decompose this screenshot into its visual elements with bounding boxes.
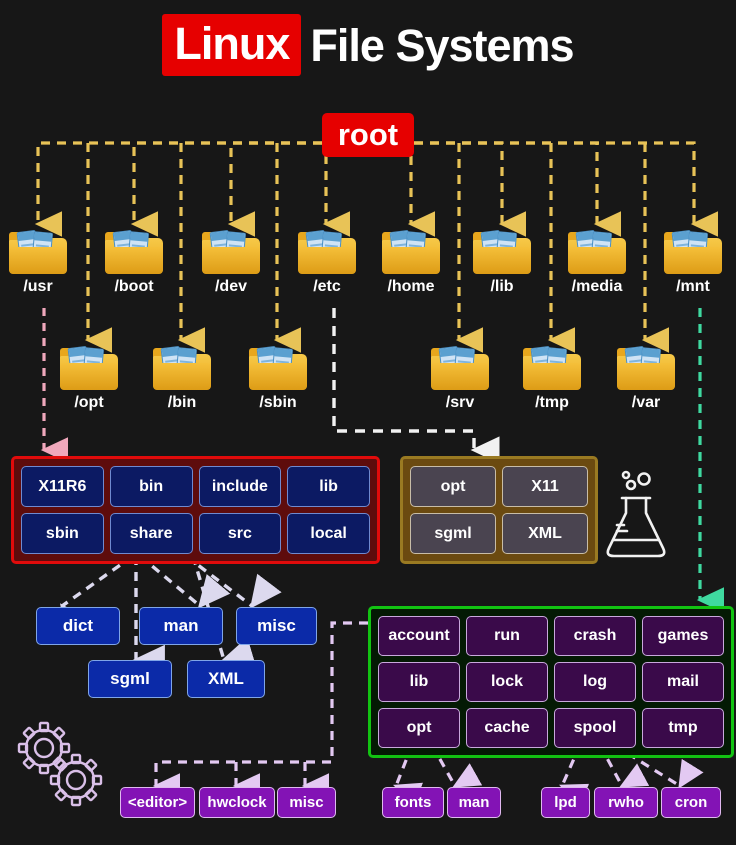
etc-chip-opt[interactable]: opt	[410, 466, 496, 507]
folder-icon	[382, 228, 440, 274]
folder-tmp[interactable]: /tmp	[515, 344, 589, 412]
folder-bin[interactable]: /bin	[145, 344, 219, 412]
share-grandchild-xml[interactable]: XML	[187, 660, 265, 698]
folder-dev[interactable]: /dev	[194, 228, 268, 296]
share-child-dict[interactable]: dict	[36, 607, 120, 645]
root-node[interactable]: root	[322, 113, 414, 157]
folder-label: /mnt	[676, 278, 710, 295]
var-chip-games[interactable]: games	[642, 616, 724, 656]
usr-chip-local[interactable]: local	[287, 513, 370, 554]
usr-chip-x11r6[interactable]: X11R6	[21, 466, 104, 507]
var-chip-opt[interactable]: opt	[378, 708, 460, 748]
gears-icon	[17, 721, 103, 807]
usr-chip-share[interactable]: share	[109, 513, 193, 554]
folder-label: /var	[631, 394, 661, 411]
folder-icon	[105, 228, 163, 274]
folder-icon	[202, 228, 260, 274]
folder-var[interactable]: /var	[609, 344, 683, 412]
var-chip-crash[interactable]: crash	[554, 616, 636, 656]
folder-icon	[568, 228, 626, 274]
var-account-child-hwclock[interactable]: hwclock	[199, 787, 275, 818]
folder-icon	[473, 228, 531, 274]
var-account-child-editor[interactable]: <editor>	[120, 787, 195, 818]
folder-label: /opt	[74, 394, 104, 411]
usr-subdirectory-panel: X11R6 bin include lib sbin share src loc…	[11, 456, 380, 564]
var-chip-spool[interactable]: spool	[554, 708, 636, 748]
folder-icon	[60, 344, 118, 390]
share-child-man[interactable]: man	[139, 607, 223, 645]
var-spool-child-rwho[interactable]: rwho	[594, 787, 658, 818]
folder-label: /usr	[23, 278, 53, 295]
folder-icon	[9, 228, 67, 274]
folder-lib[interactable]: /lib	[465, 228, 539, 296]
etc-chip-x11[interactable]: X11	[502, 466, 588, 507]
var-spool-child-lpd[interactable]: lpd	[541, 787, 590, 818]
var-chip-log[interactable]: log	[554, 662, 636, 702]
folder-usr[interactable]: /usr	[1, 228, 75, 296]
infographic-canvas: Linux File Systems root /usr /boot /dev …	[0, 0, 736, 845]
usr-chip-include[interactable]: include	[198, 466, 282, 507]
folder-icon	[664, 228, 722, 274]
var-chip-account[interactable]: account	[378, 616, 460, 656]
folder-label: /srv	[445, 394, 475, 411]
root-label: root	[337, 117, 399, 152]
var-account-child-misc[interactable]: misc	[277, 787, 336, 818]
folder-icon	[523, 344, 581, 390]
usr-chip-src[interactable]: src	[198, 513, 282, 554]
folder-opt[interactable]: /opt	[52, 344, 126, 412]
var-chip-lock[interactable]: lock	[466, 662, 548, 702]
folder-label: /dev	[214, 278, 247, 295]
etc-chip-xml[interactable]: XML	[502, 513, 588, 554]
folder-label: /sbin	[259, 394, 297, 411]
share-child-misc[interactable]: misc	[236, 607, 317, 645]
usr-chip-bin[interactable]: bin	[109, 466, 193, 507]
var-chip-lib[interactable]: lib	[378, 662, 460, 702]
var-opt-child-man[interactable]: man	[447, 787, 501, 818]
usr-chip-lib[interactable]: lib	[287, 466, 370, 507]
folder-label: /etc	[313, 278, 341, 295]
folder-media[interactable]: /media	[560, 228, 634, 296]
folder-icon	[617, 344, 675, 390]
var-chip-run[interactable]: run	[466, 616, 548, 656]
var-subdirectory-panel: account run crash games lib lock log mai…	[368, 606, 734, 758]
folder-icon	[431, 344, 489, 390]
folder-sbin[interactable]: /sbin	[241, 344, 315, 412]
var-opt-child-fonts[interactable]: fonts	[382, 787, 444, 818]
folder-icon	[298, 228, 356, 274]
folder-mnt[interactable]: /mnt	[656, 228, 730, 296]
folder-label: /boot	[114, 278, 154, 295]
folder-boot[interactable]: /boot	[97, 228, 171, 296]
usr-chip-sbin[interactable]: sbin	[21, 513, 104, 554]
folder-label: /media	[571, 278, 623, 295]
folder-label: /lib	[490, 278, 514, 295]
folder-srv[interactable]: /srv	[423, 344, 497, 412]
flask-icon	[606, 470, 666, 558]
folder-label: /bin	[167, 394, 197, 411]
var-chip-mail[interactable]: mail	[642, 662, 724, 702]
folder-home[interactable]: /home	[374, 228, 448, 296]
folder-etc[interactable]: /etc	[290, 228, 364, 296]
etc-chip-sgml[interactable]: sgml	[410, 513, 496, 554]
etc-subdirectory-panel: opt X11 sgml XML	[400, 456, 598, 564]
var-chip-tmp[interactable]: tmp	[642, 708, 724, 748]
folder-label: /home	[387, 278, 435, 295]
folder-icon	[249, 344, 307, 390]
var-spool-child-cron[interactable]: cron	[661, 787, 721, 818]
share-grandchild-sgml[interactable]: sgml	[88, 660, 172, 698]
folder-icon	[153, 344, 211, 390]
var-chip-cache[interactable]: cache	[466, 708, 548, 748]
folder-label: /tmp	[535, 394, 569, 411]
